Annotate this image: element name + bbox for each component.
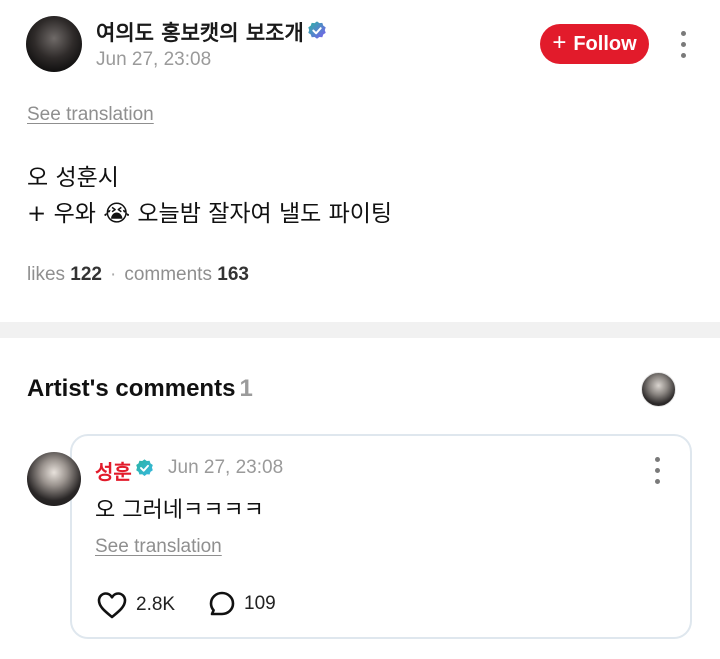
heart-icon	[97, 592, 127, 619]
likes-label: likes	[27, 264, 66, 285]
commenter-name[interactable]: 성훈	[95, 456, 132, 485]
reply-button[interactable]: 109	[208, 590, 276, 618]
comments-label: comments	[124, 264, 212, 285]
follow-label: Follow	[573, 32, 637, 55]
like-count: 2.8K	[136, 594, 176, 615]
post-author-name[interactable]: 여의도 홍보캣의 보조개	[96, 17, 328, 47]
comments-count: 163	[217, 264, 249, 285]
commenter-avatar[interactable]	[27, 452, 81, 506]
post-body-line: + 우와 😭 오늘밤 잘자여 낼도 파이팅	[27, 201, 393, 227]
likes-count: 122	[70, 264, 102, 285]
post-body: 오 성훈시 + 우와 😭 오늘밤 잘자여 낼도 파이팅	[27, 160, 392, 232]
verified-badge-icon	[136, 459, 153, 476]
stats-separator: ·	[110, 264, 117, 285]
post-timestamp: Jun 27, 23:08	[96, 49, 212, 70]
artist-comments-label: Artist's comments	[27, 375, 236, 402]
post-card: 여의도 홍보캣의 보조개 Jun 27, 23:08 + Follow See …	[0, 0, 720, 322]
post-see-translation-link[interactable]: See translation	[27, 104, 154, 126]
comment-bubble-icon	[209, 591, 235, 616]
post-author-name-text: 여의도 홍보캣의 보조개	[96, 21, 304, 45]
comment-text: 오 그러네ㅋㅋㅋㅋ	[95, 498, 264, 523]
plus-icon: +	[552, 29, 567, 56]
follow-button[interactable]: + Follow	[540, 24, 649, 64]
verified-badge-icon	[308, 21, 326, 39]
likes-stat[interactable]: likes 122	[27, 264, 102, 285]
post-more-vertical-icon[interactable]	[681, 31, 686, 58]
comment-more-vertical-icon[interactable]	[655, 457, 660, 484]
section-divider	[0, 322, 720, 338]
artist-comments-title: Artist's comments 1	[27, 375, 253, 403]
post-author-avatar[interactable]	[26, 16, 82, 72]
like-button[interactable]: 2.8K	[96, 590, 175, 620]
artist-avatar-thumbnail[interactable]	[641, 372, 676, 407]
comments-stat[interactable]: comments 163	[124, 264, 249, 285]
post-stats: likes 122 · comments 163	[27, 264, 249, 286]
comment-see-translation-link[interactable]: See translation	[95, 536, 222, 558]
reply-count: 109	[244, 593, 276, 614]
comment-timestamp: Jun 27, 23:08	[168, 457, 284, 478]
artist-comments-count: 1	[239, 375, 253, 402]
post-body-line: 오 성훈시	[27, 165, 119, 191]
